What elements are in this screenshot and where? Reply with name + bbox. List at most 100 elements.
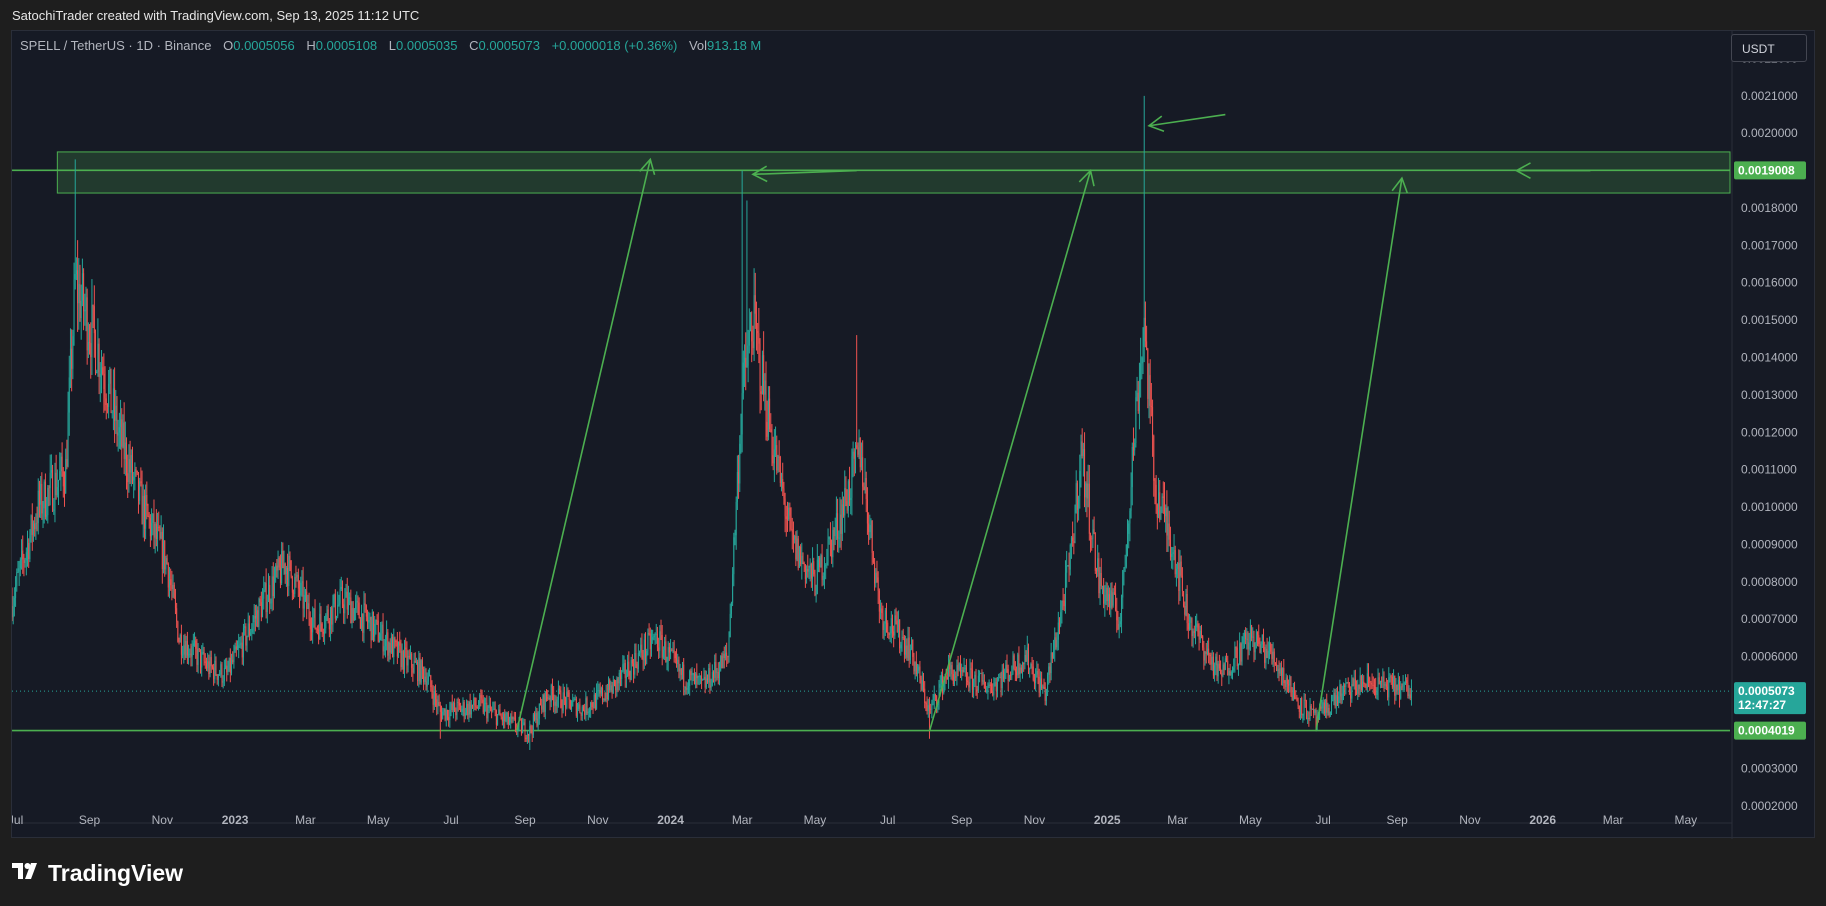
candle-body — [234, 646, 236, 653]
candle-body — [1192, 631, 1194, 637]
y-tick-label: 0.0008000 — [1741, 575, 1798, 589]
tradingview-brand[interactable]: TradingView — [12, 860, 183, 887]
candle-body — [670, 649, 672, 653]
candle-body — [1338, 696, 1340, 704]
candle-body — [1149, 375, 1151, 406]
candle-body — [376, 619, 378, 621]
candle-body — [102, 367, 104, 374]
candle-body — [1202, 636, 1204, 648]
candle-body — [217, 674, 219, 680]
x-tick-label: Jul — [12, 813, 23, 827]
candle-body — [574, 698, 576, 700]
candle-body — [211, 666, 213, 668]
candle-body — [625, 676, 627, 678]
candle-body — [823, 565, 825, 576]
candle-body — [843, 504, 845, 516]
candle-body — [251, 628, 253, 633]
candle-body — [461, 708, 463, 712]
x-tick-label: 2026 — [1529, 813, 1556, 827]
candle-body — [1353, 678, 1355, 686]
candle-body — [611, 685, 613, 694]
candle-body — [924, 688, 926, 703]
candle-body — [56, 487, 58, 496]
candle-body — [1205, 651, 1207, 654]
candle-body — [12, 600, 13, 618]
candle-body — [446, 710, 448, 718]
candle-body — [797, 538, 799, 568]
candle-body — [339, 588, 341, 604]
candle-body — [111, 412, 113, 414]
candle-body — [1125, 545, 1127, 567]
candle-body — [118, 427, 120, 433]
candle-body — [153, 514, 155, 538]
candle-body — [353, 609, 355, 621]
candle-body — [13, 597, 15, 607]
candle-body — [691, 674, 693, 676]
candle-body — [337, 604, 339, 617]
candle-body — [1097, 558, 1099, 572]
high-label: H — [306, 38, 316, 53]
candle-body — [887, 622, 889, 633]
candle-body — [672, 650, 674, 652]
candle-body — [284, 563, 286, 575]
candle-body — [426, 681, 428, 687]
candle-body — [1315, 710, 1317, 723]
candle-body — [343, 604, 345, 614]
candle-body — [1110, 590, 1112, 608]
candle-body — [668, 647, 670, 653]
candle-body — [462, 702, 464, 709]
candle-body — [69, 348, 71, 378]
symbol-name[interactable]: SPELL / TetherUS · 1D · Binance — [20, 38, 211, 53]
candle-body — [1081, 441, 1083, 456]
candle-body — [1167, 523, 1169, 536]
candle-body — [786, 519, 788, 521]
candle-body — [645, 639, 647, 657]
candle-body — [1351, 684, 1353, 699]
candle-body — [572, 700, 574, 707]
resistance-zone — [56, 151, 1731, 194]
candle-body — [690, 671, 692, 675]
y-tick-label: 0.0014000 — [1741, 351, 1798, 365]
candle-body — [1370, 683, 1372, 685]
candle-body — [1342, 685, 1344, 694]
candle-body — [1234, 647, 1236, 668]
candle-body — [365, 605, 367, 617]
candle-body — [778, 456, 780, 458]
candle-body — [761, 355, 763, 394]
candle-body — [1123, 567, 1125, 571]
candle-body — [979, 673, 981, 676]
candle-body — [47, 487, 49, 516]
candle-body — [597, 690, 599, 692]
candle-body — [1168, 523, 1170, 540]
x-tick-label: Mar — [1603, 813, 1624, 827]
y-tick-label: 0.0013000 — [1741, 388, 1798, 402]
candle-body — [565, 697, 567, 708]
candle-body — [1211, 656, 1213, 665]
candle-body — [312, 617, 314, 633]
candle-body — [593, 694, 595, 709]
candle-body — [864, 478, 866, 490]
candle-body — [816, 559, 818, 594]
chart-panel[interactable]: 0.00020000.00030000.00040000.00050000.00… — [11, 30, 1816, 839]
candle-body — [248, 623, 250, 636]
candle-body — [186, 640, 188, 656]
candle-body — [1155, 484, 1157, 505]
candle-body — [398, 641, 400, 657]
candle-body — [357, 600, 359, 603]
candle-body — [155, 523, 157, 540]
currency-selector[interactable]: USDT — [1731, 34, 1807, 62]
candle-body — [795, 536, 797, 560]
candle-body — [1156, 504, 1158, 518]
candle-body — [810, 563, 812, 579]
candle-body — [1340, 684, 1342, 700]
candle-body — [701, 675, 703, 680]
candle-body — [282, 550, 284, 569]
price-chart[interactable]: 0.00020000.00030000.00040000.00050000.00… — [12, 31, 1816, 839]
candle-body — [183, 645, 185, 655]
candle-body — [788, 507, 790, 520]
candle-body — [347, 597, 349, 610]
candle-body — [561, 707, 563, 711]
candle-body — [628, 661, 630, 676]
candle-body — [301, 581, 303, 583]
candle-body — [1345, 683, 1347, 687]
